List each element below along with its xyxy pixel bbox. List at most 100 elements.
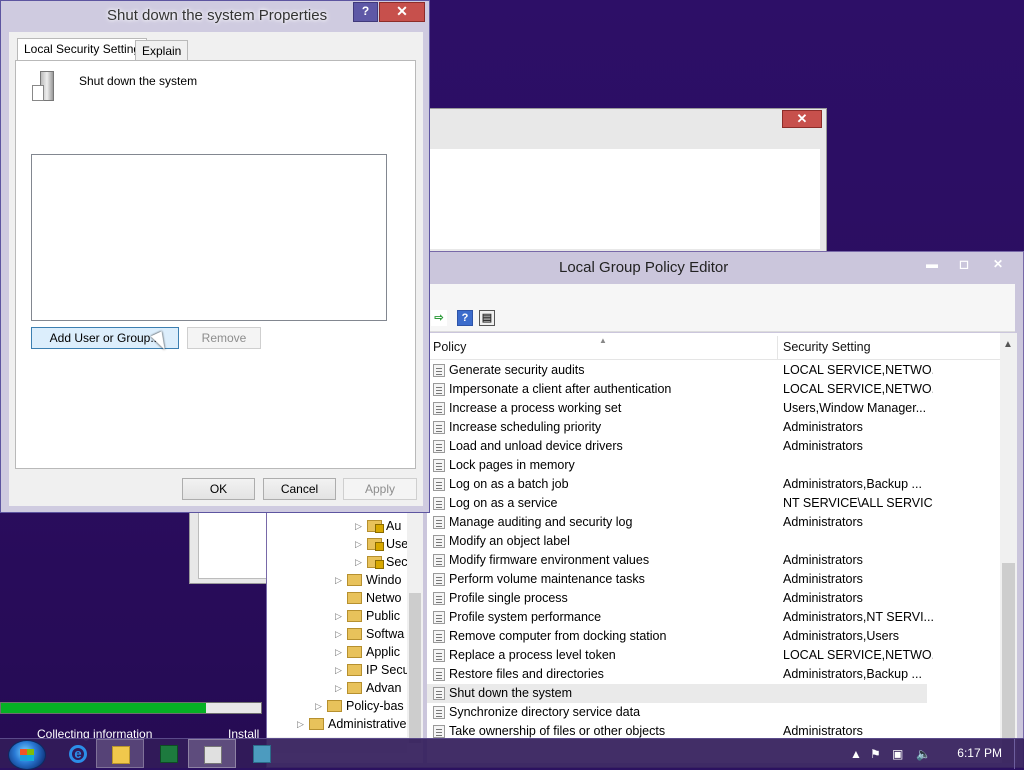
policy-row[interactable]: Profile single process Administrators: [427, 589, 927, 608]
security-setting-cell: NT SERVICE\ALL SERVIC...: [783, 496, 933, 510]
policy-row[interactable]: Increase scheduling priority Administrato…: [427, 418, 927, 437]
tree-item[interactable]: ▷ Softwa: [335, 625, 404, 643]
policy-icon: [433, 516, 445, 529]
tree-item[interactable]: ▷ Windo: [335, 571, 401, 589]
expand-arrow-icon[interactable]: ▷: [355, 557, 365, 568]
help-icon[interactable]: ?: [457, 310, 473, 326]
expand-arrow-icon[interactable]: ▷: [335, 575, 345, 586]
expand-arrow-icon[interactable]: ▷: [297, 719, 307, 730]
policy-row[interactable]: Restore files and directories Administrat…: [427, 665, 927, 684]
security-setting-cell: Administrators: [783, 439, 863, 453]
dialog-close-button[interactable]: ✕: [379, 2, 425, 22]
tree-item-label: Au: [386, 519, 402, 533]
clock[interactable]: 6:17 PM: [957, 746, 1002, 760]
expand-arrow-icon[interactable]: ▷: [335, 647, 345, 658]
policy-row[interactable]: Log on as a service NT SERVICE\ALL SERVIC…: [427, 494, 933, 513]
scroll-up-icon[interactable]: ▲: [1003, 339, 1013, 350]
minimize-button[interactable]: ▬: [915, 255, 949, 275]
policy-list[interactable]: Policy ▲ Security Setting Generate secur…: [427, 333, 1017, 763]
tree-item[interactable]: ▷ Applic: [335, 643, 400, 661]
expand-arrow-icon[interactable]: ▷: [335, 611, 345, 622]
policy-row[interactable]: Modify an object label: [427, 532, 927, 551]
tree-item[interactable]: ▷ Sec: [355, 553, 408, 571]
policy-row[interactable]: Remove computer from docking station Admi…: [427, 627, 927, 646]
policy-name-cell: Increase scheduling priority: [449, 420, 602, 434]
maximize-button[interactable]: ◻: [947, 255, 981, 275]
help-button[interactable]: ?: [353, 2, 378, 22]
policy-row[interactable]: Impersonate a client after authenticatio…: [427, 380, 933, 399]
policy-row[interactable]: Increase a process working set Users,Wind…: [427, 399, 927, 418]
tree-item[interactable]: ▷ Policy-bas: [315, 697, 404, 715]
policy-row[interactable]: Profile system performance Administrators…: [427, 608, 933, 627]
taskbar-internet-explorer[interactable]: e: [54, 739, 102, 768]
volume-icon[interactable]: 🔈: [916, 747, 931, 761]
policy-name-cell: Modify firmware environment values: [449, 553, 650, 567]
policy-row[interactable]: Perform volume maintenance tasks Administ…: [427, 570, 927, 589]
column-separator[interactable]: [777, 336, 778, 360]
expand-arrow-icon[interactable]: ▷: [315, 701, 325, 712]
tree-item[interactable]: ▷ Au: [355, 517, 401, 535]
dialog-body: Local Security Setting Explain Shut down…: [9, 32, 423, 506]
policy-icon: [433, 649, 445, 662]
close-button[interactable]: ✕: [981, 255, 1015, 275]
expand-arrow-icon[interactable]: ▷: [355, 521, 365, 532]
tab-explain[interactable]: Explain: [135, 40, 189, 61]
expand-arrow-icon[interactable]: ▷: [355, 539, 365, 550]
show-desktop-button[interactable]: [1014, 739, 1024, 769]
policy-icon: [433, 478, 445, 491]
ok-button[interactable]: OK: [182, 478, 255, 500]
security-setting-cell: Users,Window Manager...: [783, 401, 927, 415]
policy-row[interactable]: Log on as a batch job Administrators,Back…: [427, 475, 927, 494]
forward-icon[interactable]: ⇨: [431, 310, 447, 326]
network-icon[interactable]: ▣: [892, 747, 903, 761]
policy-row[interactable]: Load and unload device drivers Administra…: [427, 437, 927, 456]
policy-icon: [433, 706, 445, 719]
policy-name-cell: Log on as a service: [449, 496, 558, 510]
security-setting-cell: Administrators,Backup ...: [783, 477, 922, 491]
scrollbar-thumb[interactable]: [409, 593, 421, 743]
show-hide-action-pane-icon[interactable]: ▤: [479, 310, 495, 326]
cancel-button[interactable]: Cancel: [263, 478, 336, 500]
show-hidden-icons-icon[interactable]: ▲: [850, 747, 862, 761]
expand-arrow-icon[interactable]: ▷: [335, 683, 345, 694]
taskbar-spreadsheet[interactable]: [145, 739, 193, 768]
column-header-security-setting[interactable]: Security Setting: [783, 340, 871, 354]
policy-icon: [433, 364, 445, 377]
list-vertical-scrollbar[interactable]: ▲: [1000, 333, 1017, 763]
tab-local-security-setting[interactable]: Local Security Setting: [17, 38, 148, 61]
apply-button[interactable]: Apply: [343, 478, 417, 500]
policy-row[interactable]: Synchronize directory service data: [427, 703, 927, 722]
policy-name-cell: Load and unload device drivers: [449, 439, 623, 453]
background-window-close-button[interactable]: ✕: [782, 110, 822, 128]
policy-row[interactable]: Generate security audits LOCAL SERVICE,NE…: [427, 361, 933, 380]
start-button[interactable]: [8, 740, 46, 770]
scrollbar-thumb[interactable]: [1002, 563, 1015, 763]
security-setting-cell: Administrators,NT SERVI...: [783, 610, 933, 624]
policy-row[interactable]: Lock pages in memory: [427, 456, 927, 475]
policy-row[interactable]: Replace a process level token LOCAL SERVI…: [427, 646, 933, 665]
security-setting-cell: Administrators: [783, 420, 863, 434]
taskbar-group-policy-editor[interactable]: [188, 739, 236, 768]
tree-item[interactable]: ▷ Use: [355, 535, 408, 553]
column-header-policy[interactable]: Policy: [433, 340, 466, 354]
taskbar-file-explorer[interactable]: [96, 739, 144, 768]
progress-segment-gap: [207, 703, 210, 713]
remove-button[interactable]: Remove: [187, 327, 261, 349]
policy-icon: [433, 687, 445, 700]
tree-item[interactable]: Netwo: [335, 589, 401, 607]
members-list[interactable]: [31, 154, 387, 321]
tree-item[interactable]: ▷ Administrative: [297, 715, 407, 733]
expand-arrow-icon[interactable]: ▷: [335, 665, 345, 676]
policy-row[interactable]: Manage auditing and security log Administ…: [427, 513, 927, 532]
tree-item[interactable]: ▷ Public: [335, 607, 400, 625]
action-center-flag-icon[interactable]: ⚑: [870, 747, 881, 761]
policy-icon: [433, 611, 445, 624]
policy-row[interactable]: Modify firmware environment values Admini…: [427, 551, 927, 570]
tree-item[interactable]: ▷ IP Secu: [335, 661, 410, 679]
expand-arrow-icon[interactable]: ▷: [335, 629, 345, 640]
tree-item[interactable]: ▷ Advan: [335, 679, 401, 697]
taskbar-setup[interactable]: [238, 739, 286, 768]
policy-row[interactable]: Shut down the system: [427, 684, 927, 703]
properties-dialog[interactable]: Shut down the system Properties ? ✕ Loca…: [0, 0, 430, 513]
policy-icon: [433, 402, 445, 415]
